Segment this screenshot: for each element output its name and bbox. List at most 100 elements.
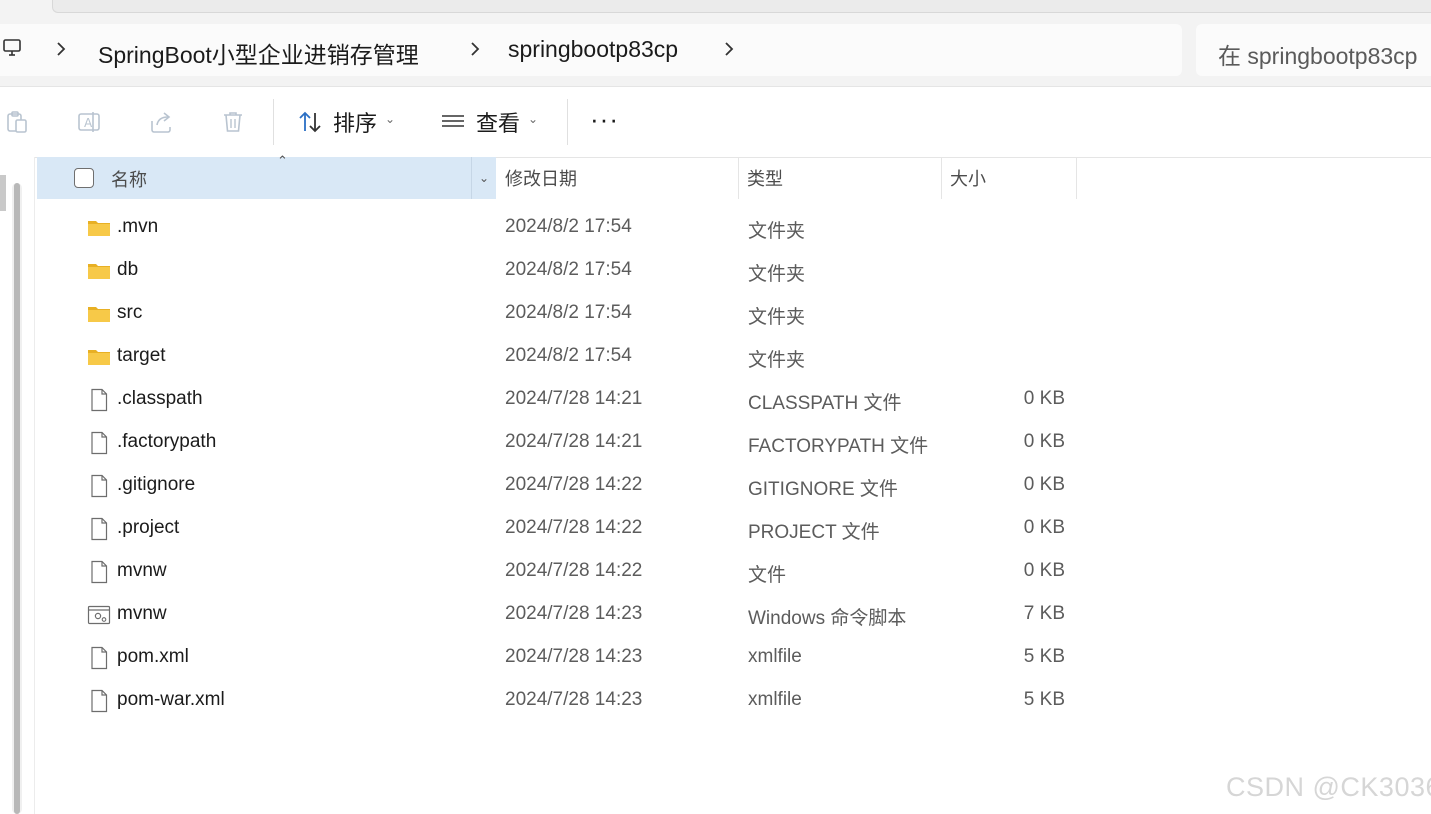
folder-icon [87,259,111,283]
file-icon [87,388,111,412]
view-button[interactable]: 查看 ⌄ [440,105,538,139]
file-modified-date: 2024/7/28 14:21 [505,388,643,409]
file-type: 文件夹 [748,307,806,328]
file-modified-date: 2024/8/2 17:54 [505,216,632,237]
this-pc-icon[interactable] [2,38,22,58]
file-type: Windows 命令脚本 [748,608,907,629]
file-row[interactable]: .classpath 2024/7/28 14:21 CLASSPATH 文件 0 K… [37,378,1431,421]
more-options-button[interactable]: ··· [590,106,619,132]
file-row[interactable]: pom-war.xml 2024/7/28 14:23 xmlfile 5 KB [37,679,1431,722]
file-size: 7 KB [1023,603,1065,624]
file-type: xmlfile [748,689,802,710]
file-modified-date: 2024/7/28 14:23 [505,689,643,710]
file-row[interactable]: db 2024/8/2 17:54 文件夹 [37,249,1431,292]
file-icon [87,689,111,713]
select-all-checkbox[interactable] [74,168,94,188]
file-row[interactable]: .project 2024/7/28 14:22 PROJECT 文件 0 KB [37,507,1431,550]
file-name: db [117,259,139,280]
file-type: CLASSPATH 文件 [748,393,902,414]
nav-pane-resize-handle[interactable] [0,175,6,211]
file-modified-date: 2024/8/2 17:54 [505,302,632,323]
address-bar[interactable]: SpringBoot小型企业进销存管理 springbootp83cp [0,24,1182,76]
delete-icon[interactable] [220,109,246,135]
file-icon [87,517,111,541]
sort-label: 排序 [333,111,378,136]
file-modified-date: 2024/7/28 14:22 [505,474,643,495]
file-name: pom-war.xml [117,689,225,710]
file-name: target [117,345,166,366]
file-modified-date: 2024/7/28 14:22 [505,517,643,538]
file-row[interactable]: mvnw 2024/7/28 14:22 文件 0 KB [37,550,1431,593]
file-modified-date: 2024/7/28 14:21 [505,431,643,452]
file-icon [87,474,111,498]
folder-icon [87,216,111,240]
search-input[interactable]: 在 springbootp83cp [1196,24,1431,76]
file-row[interactable]: .gitignore 2024/7/28 14:22 GITIGNORE 文件 0 K… [37,464,1431,507]
file-size: 0 KB [1023,474,1065,495]
nav-scrollbar[interactable] [12,183,22,814]
paste-icon[interactable] [4,109,30,135]
sort-button[interactable]: 排序 ⌄ [297,105,395,139]
file-name: .mvn [117,216,159,237]
chevron-right-icon[interactable] [468,39,482,59]
file-name: mvnw [117,560,167,581]
file-type: 文件 [748,565,787,586]
chevron-down-icon: ⌄ [385,112,396,126]
file-row[interactable]: .mvn 2024/8/2 17:54 文件夹 [37,206,1431,249]
file-name: src [117,302,143,323]
file-name: .factorypath [117,431,217,452]
file-modified-date: 2024/7/28 14:23 [505,646,643,667]
file-size: 0 KB [1023,517,1065,538]
tab-strip [0,0,1431,14]
search-placeholder: 在 springbootp83cp [1218,43,1418,69]
column-name-label: 名称 [111,170,147,190]
file-size: 0 KB [1023,560,1065,581]
column-filter-dropdown[interactable]: ⌄ [471,157,496,199]
watermark: CSDN @CK3036 [1226,772,1431,802]
rename-icon[interactable]: A [76,109,102,135]
file-row[interactable]: src 2024/8/2 17:54 文件夹 [37,292,1431,335]
chevron-right-icon[interactable] [54,39,68,59]
file-size: 5 KB [1023,646,1065,667]
folder-icon [87,345,111,369]
file-row[interactable]: mvnw 2024/7/28 14:23 Windows 命令脚本 7 KB [37,593,1431,636]
command-bar: A 排序 ⌄ 查看 ⌄ ··· [0,86,1431,158]
command-script-icon [87,603,111,627]
file-name: .project [117,517,180,538]
column-header-type[interactable]: 类型 [739,157,942,199]
file-type: FACTORYPATH 文件 [748,436,929,457]
file-icon [87,560,111,584]
file-name: .classpath [117,388,203,409]
file-name: .gitignore [117,474,196,495]
view-label: 查看 [476,111,521,136]
file-row[interactable]: .factorypath 2024/7/28 14:21 FACTORYPATH 文… [37,421,1431,464]
file-modified-date: 2024/7/28 14:22 [505,560,643,581]
folder-icon [87,302,111,326]
file-type: 文件夹 [748,264,806,285]
column-header-size[interactable]: 大小 [942,157,1077,199]
file-modified-date: 2024/8/2 17:54 [505,345,632,366]
file-row[interactable]: pom.xml 2024/7/28 14:23 xmlfile 5 KB [37,636,1431,679]
file-modified-date: 2024/8/2 17:54 [505,259,632,280]
breadcrumb-item[interactable]: springbootp83cp [508,36,678,63]
column-header-date[interactable]: 修改日期 [497,157,739,199]
address-row: SpringBoot小型企业进销存管理 springbootp83cp 在 sp… [0,14,1431,86]
toolbar-divider [273,99,274,145]
column-type-label: 类型 [747,169,783,189]
tab-edge [52,0,1431,13]
file-type: 文件夹 [748,221,806,242]
chevron-right-icon[interactable] [722,39,736,59]
toolbar-divider [567,99,568,145]
column-size-label: 大小 [950,169,986,189]
file-size: 5 KB [1023,689,1065,710]
column-header-row: ⌃ 名称 ⌄ 修改日期 类型 大小 [37,153,1431,199]
sort-icon [299,111,321,133]
column-header-name[interactable]: ⌃ 名称 ⌄ [37,153,496,199]
file-list: .mvn 2024/8/2 17:54 文件夹 db 2024/8/2 17:54 文件夹… [37,206,1431,722]
column-date-label: 修改日期 [505,169,577,189]
file-modified-date: 2024/7/28 14:23 [505,603,643,624]
breadcrumb-item[interactable]: SpringBoot小型企业进销存管理 [98,36,419,70]
share-icon[interactable] [148,109,174,135]
nav-scrollbar-thumb[interactable] [14,183,20,814]
file-row[interactable]: target 2024/8/2 17:54 文件夹 [37,335,1431,378]
